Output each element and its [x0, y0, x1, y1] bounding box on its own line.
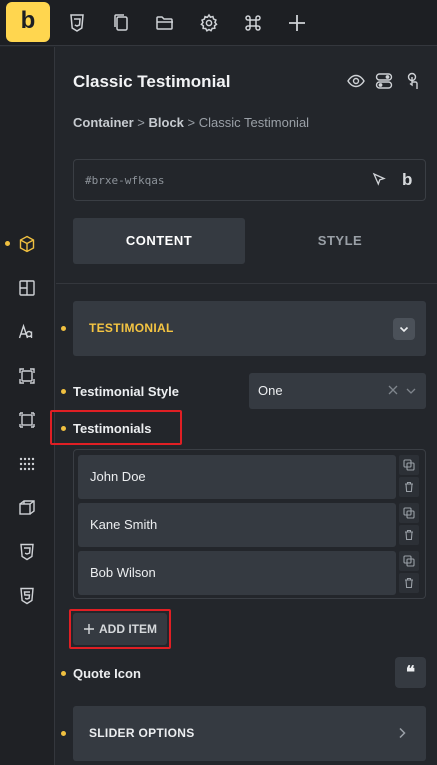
- clone-icon[interactable]: [399, 551, 419, 571]
- cube-icon[interactable]: [16, 497, 38, 519]
- eye-icon[interactable]: [346, 71, 366, 91]
- bricks-logo[interactable]: b: [6, 2, 50, 42]
- settings-icon[interactable]: [196, 10, 222, 36]
- breadcrumb: Container > Block > Classic Testimonial: [73, 115, 309, 130]
- left-rail: [0, 47, 55, 765]
- html5-icon[interactable]: [16, 585, 38, 607]
- quote-icon-picker[interactable]: ❝: [395, 657, 426, 688]
- tab-content[interactable]: CONTENT: [73, 218, 245, 264]
- collapse-button[interactable]: [393, 318, 415, 340]
- element-title: Classic Testimonial: [73, 72, 231, 91]
- list-item[interactable]: Kane Smith: [78, 503, 396, 547]
- css3-icon[interactable]: [16, 541, 38, 563]
- changed-indicator-dot: [61, 326, 66, 331]
- touch-icon[interactable]: [402, 71, 422, 91]
- item-name: Kane Smith: [90, 517, 158, 532]
- item-name: Bob Wilson: [90, 565, 156, 580]
- highlight-box: [69, 609, 171, 649]
- add-icon[interactable]: [284, 10, 310, 36]
- trash-icon[interactable]: [399, 477, 419, 497]
- section-label: TESTIMONIAL: [89, 321, 174, 335]
- chevron-down-icon[interactable]: [404, 384, 418, 398]
- clone-icon[interactable]: [399, 503, 419, 523]
- toggle-icon[interactable]: [374, 71, 394, 91]
- section-slider-options[interactable]: SLIDER OPTIONS: [73, 706, 426, 761]
- element-id-text: #brxe-wfkqas: [85, 174, 165, 187]
- highlight-box: [50, 410, 182, 445]
- changed-indicator-dot: [61, 731, 66, 736]
- pages-icon[interactable]: [108, 10, 134, 36]
- select-value: One: [258, 383, 283, 398]
- breadcrumb-separator: >: [187, 115, 196, 130]
- testimonial-style-select[interactable]: One: [249, 373, 426, 409]
- cursor-arrow-icon[interactable]: [371, 172, 387, 188]
- clone-icon[interactable]: [399, 455, 419, 475]
- typography-icon[interactable]: [16, 321, 38, 343]
- breadcrumb-separator: >: [137, 115, 145, 130]
- item-name: John Doe: [90, 469, 146, 484]
- breadcrumb-container[interactable]: Container: [73, 115, 134, 130]
- divider: [56, 283, 437, 284]
- box-icon[interactable]: [16, 233, 38, 255]
- css3-icon[interactable]: [64, 10, 90, 36]
- section-label: SLIDER OPTIONS: [89, 726, 195, 740]
- element-id-field[interactable]: #brxe-wfkqas b: [73, 159, 426, 201]
- folder-icon[interactable]: [152, 10, 178, 36]
- quote-icon: ❝: [405, 662, 416, 682]
- clear-icon[interactable]: [387, 384, 399, 396]
- trash-icon[interactable]: [399, 573, 419, 593]
- layout-icon[interactable]: [16, 277, 38, 299]
- element-icon[interactable]: [16, 365, 38, 387]
- command-icon[interactable]: [240, 10, 266, 36]
- bricks-mini-logo[interactable]: b: [402, 170, 412, 190]
- list-item[interactable]: Bob Wilson: [78, 551, 396, 595]
- active-indicator-dot: [5, 241, 10, 246]
- chevron-right-icon: [399, 727, 406, 739]
- breadcrumb-current: Classic Testimonial: [198, 115, 310, 130]
- top-toolbar: b: [0, 0, 437, 46]
- list-item[interactable]: John Doe: [78, 455, 396, 499]
- chevron-down-icon: [399, 326, 409, 333]
- quote-icon-label: Quote Icon: [73, 666, 141, 681]
- testimonials-repeater: John Doe Kane Smith Bob Wilson: [73, 449, 426, 599]
- grid-icon[interactable]: [16, 453, 38, 475]
- testimonial-style-label: Testimonial Style: [73, 384, 179, 399]
- breadcrumb-block[interactable]: Block: [149, 115, 184, 130]
- tab-style[interactable]: STYLE: [254, 218, 426, 264]
- trash-icon[interactable]: [399, 525, 419, 545]
- section-testimonial[interactable]: TESTIMONIAL: [73, 301, 426, 356]
- changed-indicator-dot: [61, 389, 66, 394]
- changed-indicator-dot: [61, 671, 66, 676]
- frame-icon[interactable]: [16, 409, 38, 431]
